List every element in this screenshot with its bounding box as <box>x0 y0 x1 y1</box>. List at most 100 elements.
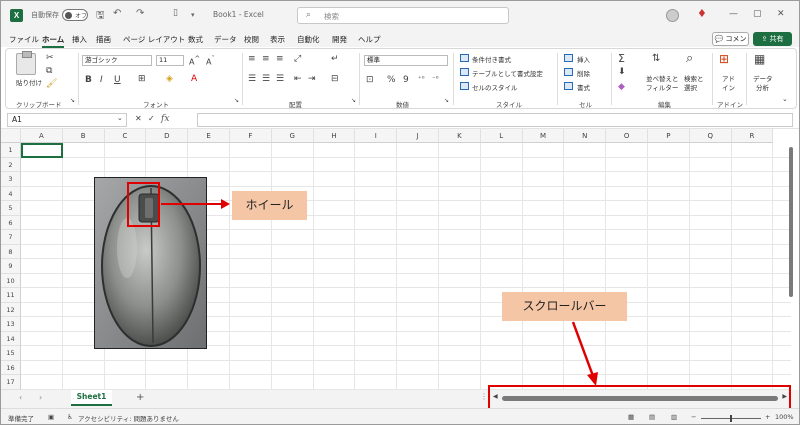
row-header[interactable]: 6 <box>1 215 21 230</box>
row-header[interactable]: 5 <box>1 201 21 216</box>
fill-color-icon[interactable]: ◈ <box>166 74 173 84</box>
row-header[interactable]: 13 <box>1 317 21 332</box>
decrease-indent-icon[interactable]: ⇤ <box>294 74 302 84</box>
page-break-view-icon[interactable]: ▥ <box>671 413 677 421</box>
shrink-font-icon[interactable]: Aˇ <box>206 55 215 67</box>
find-select-label-2[interactable]: 選択 <box>684 82 697 92</box>
collapse-ribbon-icon[interactable]: ⌄ <box>782 95 788 103</box>
tab-split-handle[interactable]: ⋮ <box>480 392 488 401</box>
analyze-data-label-2[interactable]: 分析 <box>756 82 769 92</box>
row-header[interactable]: 3 <box>1 172 21 187</box>
tab-home[interactable]: ホーム <box>42 34 65 48</box>
column-header[interactable]: G <box>271 129 314 143</box>
align-left-icon[interactable]: ☰ <box>248 74 256 84</box>
sheet-prev-icon[interactable]: ‹ <box>19 393 22 402</box>
align-center-icon[interactable]: ☰ <box>262 74 270 84</box>
font-name-combo[interactable]: 游ゴシック <box>82 55 152 66</box>
tab-page-layout[interactable]: ページ レイアウト <box>123 34 185 45</box>
align-middle-icon[interactable]: ≡ <box>262 54 270 64</box>
column-header[interactable]: B <box>62 129 105 143</box>
sheet-next-icon[interactable]: › <box>39 393 42 402</box>
column-header[interactable]: C <box>104 129 147 143</box>
autosave-toggle[interactable]: オフ <box>62 9 88 21</box>
italic-button[interactable]: I <box>100 75 103 85</box>
tab-draw[interactable]: 描画 <box>96 34 111 45</box>
column-header[interactable]: A <box>21 129 63 143</box>
autosum-icon[interactable]: Σ <box>618 52 625 65</box>
borders-icon[interactable]: ⊞ <box>138 74 146 84</box>
new-file-icon[interactable]: ▯ <box>173 8 178 18</box>
font-size-combo[interactable]: 11 <box>156 55 184 66</box>
analyze-data-icon[interactable]: ▦ <box>754 52 765 66</box>
row-header[interactable]: 17 <box>1 375 21 390</box>
column-header[interactable]: P <box>648 129 690 143</box>
column-header[interactable]: E <box>188 129 230 143</box>
tab-review[interactable]: 校閲 <box>244 34 259 45</box>
search-box[interactable]: ⌕ 検索 <box>297 7 509 24</box>
paste-label[interactable]: 貼り付け <box>16 77 42 87</box>
tab-help[interactable]: ヘルプ <box>358 34 381 45</box>
row-header[interactable]: 16 <box>1 360 21 375</box>
insert-cells-button[interactable]: 挿入 <box>577 54 590 64</box>
user-avatar-icon[interactable] <box>666 9 679 22</box>
row-header[interactable]: 12 <box>1 302 21 317</box>
decrease-decimal-icon[interactable]: ⁻⁰ <box>432 75 439 83</box>
sort-filter-icon[interactable]: ⇅ <box>652 53 660 64</box>
clear-icon[interactable]: ◆ <box>618 82 625 92</box>
format-painter-icon[interactable]: 🖌 <box>46 79 57 89</box>
add-sheet-button[interactable]: + <box>136 392 144 403</box>
cancel-icon[interactable]: ✕ <box>135 114 142 123</box>
font-launcher-icon[interactable]: ↘ <box>234 97 239 104</box>
align-right-icon[interactable]: ☰ <box>276 74 284 84</box>
accessibility-icon[interactable]: ♿ <box>67 413 73 421</box>
name-box[interactable]: A1 <box>7 113 127 127</box>
conditional-format-button[interactable]: 条件付き書式 <box>472 54 511 64</box>
align-bottom-icon[interactable]: ≡ <box>276 54 284 64</box>
underline-button[interactable]: U <box>114 75 121 85</box>
comment-button[interactable]: 💬 コメント <box>712 32 749 55</box>
cut-icon[interactable]: ✂ <box>46 53 54 63</box>
fill-icon[interactable]: ⬇ <box>618 67 626 77</box>
column-header[interactable]: N <box>564 129 607 143</box>
share-button[interactable]: ⇪ 共有 <box>753 32 792 46</box>
column-header[interactable]: J <box>397 129 439 143</box>
accessibility-status[interactable]: アクセシビリティ: 問題ありません <box>78 413 179 423</box>
zoom-slider-knob[interactable] <box>730 415 732 422</box>
tab-view[interactable]: 表示 <box>270 34 285 45</box>
zoom-level[interactable]: 100% <box>775 413 794 421</box>
row-header[interactable]: 7 <box>1 230 21 245</box>
number-format-combo[interactable]: 標準 <box>364 55 448 66</box>
page-layout-view-icon[interactable]: ▤ <box>649 413 655 421</box>
row-header[interactable]: 1 <box>1 143 21 158</box>
grow-font-icon[interactable]: A^ <box>189 55 200 67</box>
increase-indent-icon[interactable]: ⇥ <box>308 74 316 84</box>
column-header[interactable]: Q <box>689 129 732 143</box>
currency-icon[interactable]: ⊡ <box>366 75 374 85</box>
insert-function-button[interactable]: fx <box>161 114 169 124</box>
percent-button[interactable]: % <box>387 75 396 85</box>
normal-view-icon[interactable]: ▦ <box>628 413 634 421</box>
wrap-text-icon[interactable]: ↵ <box>331 54 339 64</box>
column-header[interactable]: I <box>355 129 398 143</box>
align-top-icon[interactable]: ≡ <box>248 54 256 64</box>
row-header[interactable]: 14 <box>1 331 21 346</box>
font-color-icon[interactable]: A <box>191 74 197 84</box>
find-select-icon[interactable]: ⌕ <box>686 51 693 66</box>
save-icon[interactable]: 🖫 <box>96 8 105 25</box>
tab-insert[interactable]: 挿入 <box>72 34 87 45</box>
row-header[interactable]: 4 <box>1 186 21 201</box>
select-all-corner[interactable] <box>1 129 21 143</box>
enter-icon[interactable]: ✓ <box>148 114 155 123</box>
merge-center-icon[interactable]: ⊟ <box>331 74 339 84</box>
zoom-in-icon[interactable]: + <box>765 413 770 421</box>
clipboard-launcher-icon[interactable]: ↘ <box>70 97 75 104</box>
close-button[interactable]: ✕ <box>777 9 785 19</box>
copy-icon[interactable]: ⧉ <box>46 66 52 76</box>
column-header[interactable]: O <box>606 129 648 143</box>
cell-styles-button[interactable]: セルのスタイル <box>472 82 518 92</box>
tab-formulas[interactable]: 数式 <box>188 34 203 45</box>
column-header[interactable]: K <box>439 129 481 143</box>
column-header[interactable]: R <box>731 129 774 143</box>
bold-button[interactable]: B <box>85 75 92 85</box>
column-header[interactable]: M <box>522 129 565 143</box>
